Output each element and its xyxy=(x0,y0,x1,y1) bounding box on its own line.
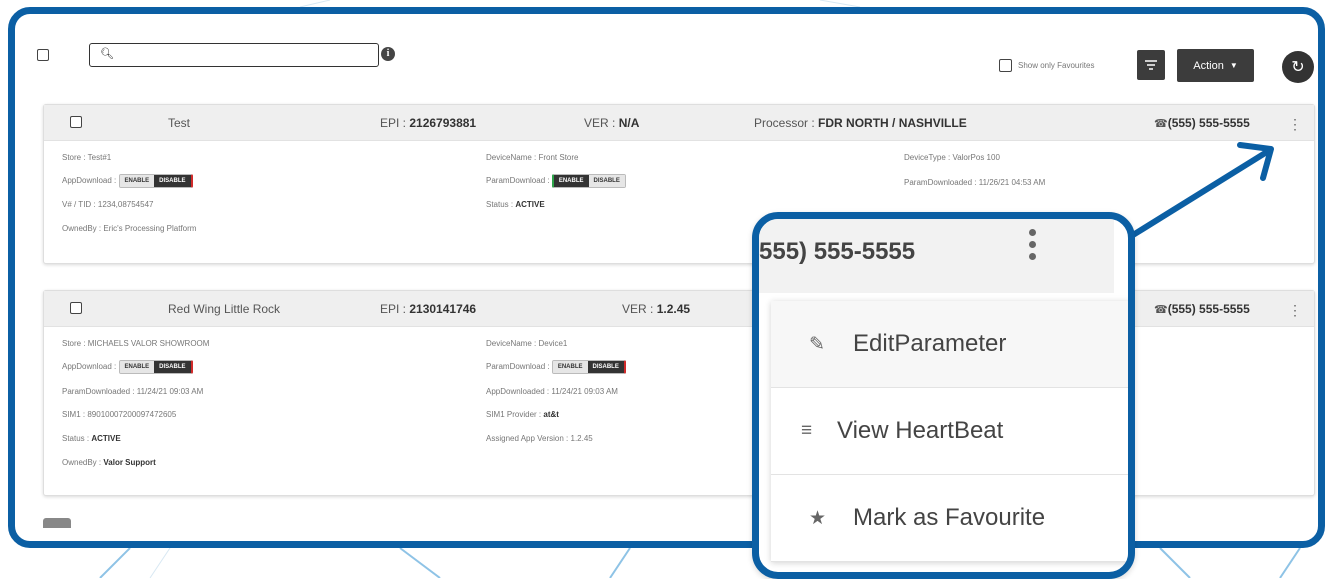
zoomed-context-menu: 555) 555-5555 ✎ EditParameter ≡ View Hea… xyxy=(752,212,1135,579)
menu-item-view-heartbeat[interactable]: ≡ View HeartBeat xyxy=(771,388,1128,475)
star-icon: ★ xyxy=(809,507,827,529)
zoomed-card-header: 555) 555-5555 xyxy=(759,219,1114,293)
menu-item-label: EditParameter xyxy=(853,330,1007,357)
context-menu: ✎ EditParameter ≡ View HeartBeat ★ Mark … xyxy=(771,301,1128,562)
menu-item-label: Mark as Favourite xyxy=(853,504,1046,531)
menu-item-label: View HeartBeat xyxy=(837,417,1004,444)
zoomed-phone-value: 555) 555-5555 xyxy=(759,238,916,265)
menu-item-edit-parameter[interactable]: ✎ EditParameter xyxy=(771,301,1128,388)
list-icon: ≡ xyxy=(801,420,813,441)
pencil-icon: ✎ xyxy=(809,333,825,355)
more-options-icon[interactable] xyxy=(1027,229,1037,265)
menu-item-mark-favourite[interactable]: ★ Mark as Favourite xyxy=(771,475,1128,562)
